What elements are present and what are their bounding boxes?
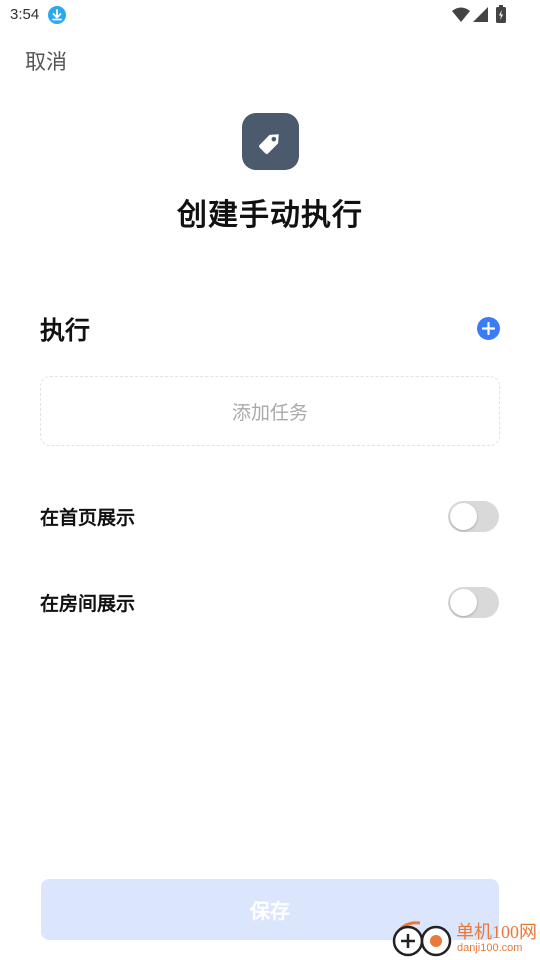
scene-badge (242, 113, 299, 170)
add-task-label: 添加任务 (231, 401, 308, 424)
plus-circle-icon (482, 322, 495, 335)
page-title: 创建手动执行 (177, 198, 363, 233)
status-time: 3:54 (10, 6, 40, 23)
add-task-button[interactable] (477, 317, 500, 340)
add-task-area[interactable]: 添加任务 (40, 376, 500, 446)
download-icon (48, 6, 66, 24)
show-in-room-toggle[interactable] (448, 587, 499, 618)
status-bar: 3:54 (0, 0, 540, 30)
tag-icon (258, 133, 279, 154)
show-in-room-label: 在房间展示 (40, 593, 136, 615)
create-manual-scene-screen: 3:54 取消 创建手动执行 执行 添加任务 在首页展示 在房间展示 保存 单机… (0, 0, 540, 960)
wifi-icon (452, 7, 470, 22)
watermark-logo-icon (392, 921, 452, 957)
watermark: 单机100网 danji100.com (390, 915, 540, 960)
signal-icon (473, 7, 488, 22)
toggle-knob (450, 503, 477, 530)
toggle-knob (450, 589, 477, 616)
cancel-button[interactable]: 取消 (25, 46, 67, 76)
execute-section-title: 执行 (40, 316, 91, 345)
battery-icon (496, 5, 506, 23)
show-on-home-toggle[interactable] (448, 501, 499, 532)
show-on-home-label: 在首页展示 (40, 507, 136, 529)
watermark-url: danji100.com (457, 942, 523, 954)
watermark-name: 单机100网 (456, 922, 537, 942)
